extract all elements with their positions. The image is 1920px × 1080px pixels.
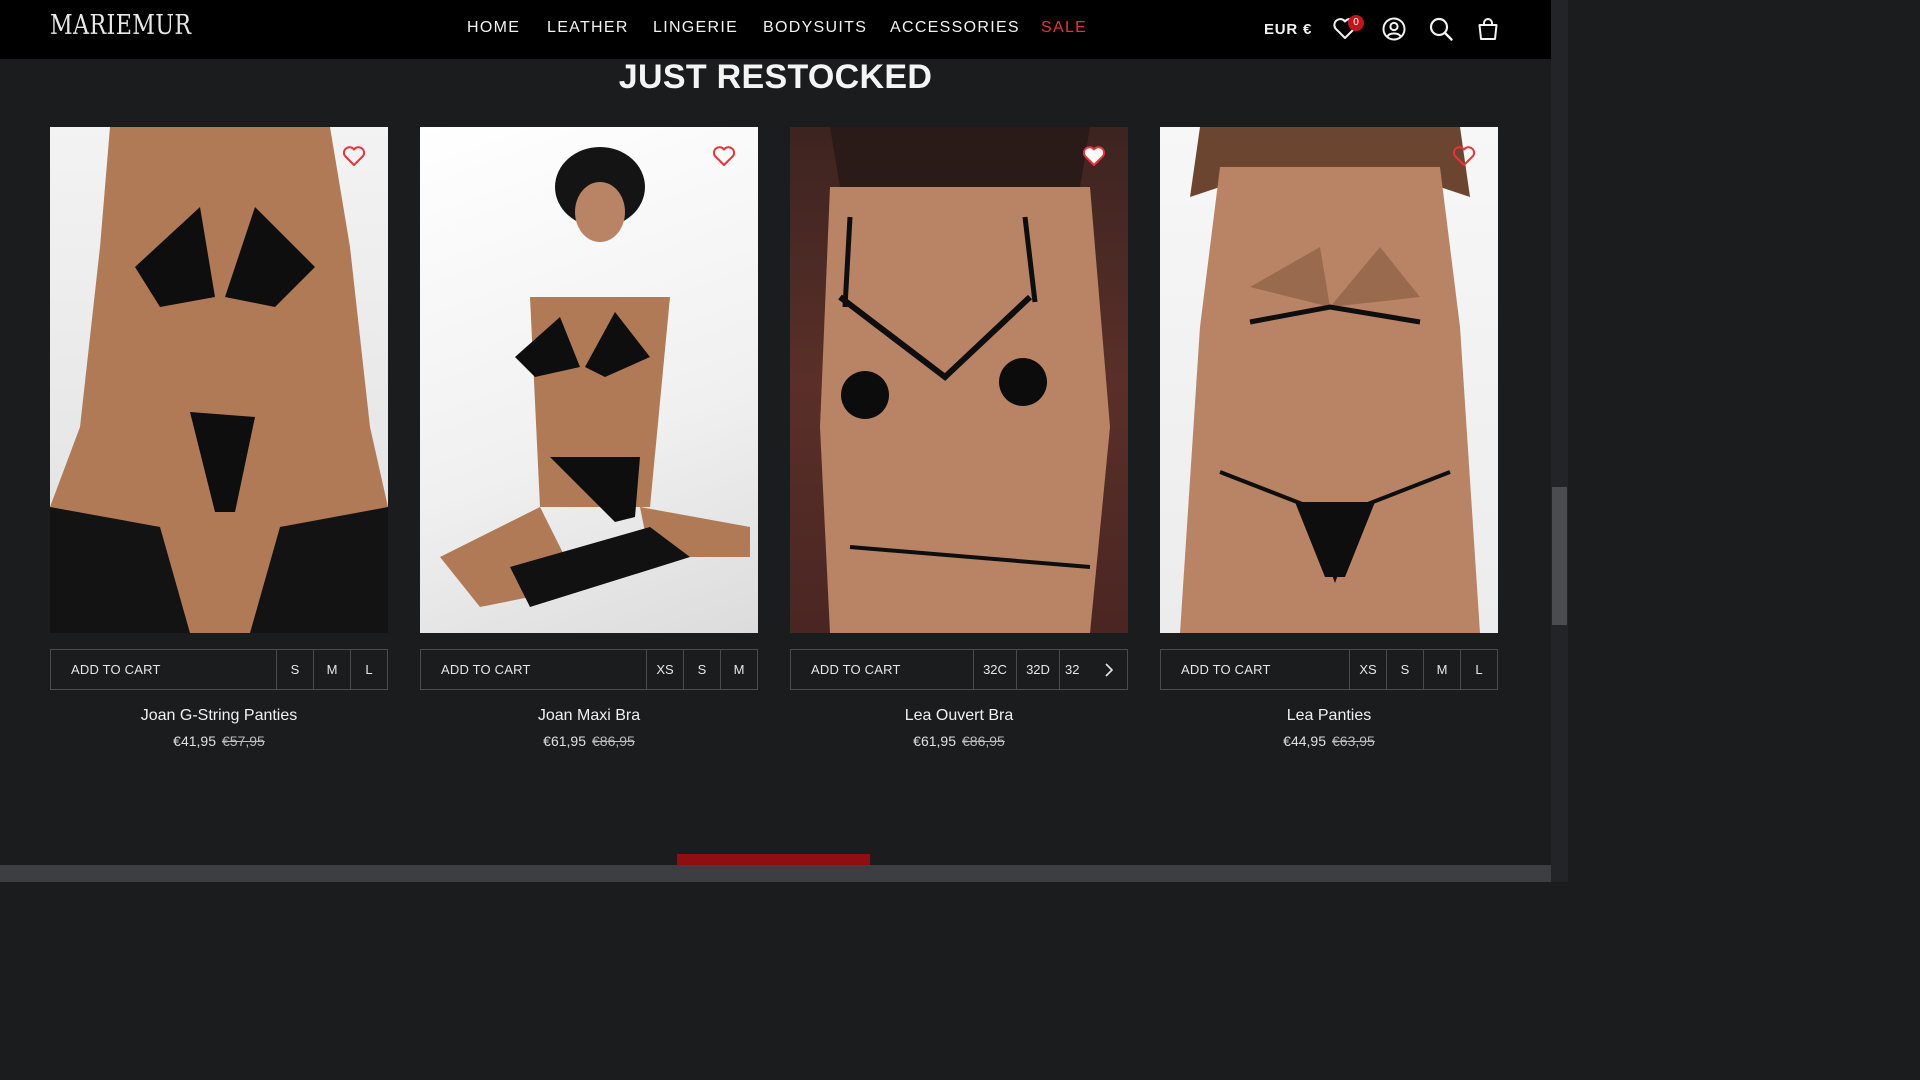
add-to-cart-button[interactable]: ADD TO CART — [421, 650, 646, 689]
nav-lingerie[interactable]: LINGERIE — [653, 19, 738, 37]
product-title[interactable]: Lea Panties — [1160, 707, 1498, 725]
account-icon[interactable] — [1380, 15, 1408, 43]
original-price: €63,95 — [1332, 733, 1375, 749]
add-to-cart-button[interactable]: ADD TO CART — [1161, 650, 1349, 689]
quick-add-bar: ADD TO CART 32C 32D 32 — [790, 649, 1128, 690]
add-to-cart-button[interactable]: ADD TO CART — [791, 650, 973, 689]
main-nav: HOME LEATHER LINGERIE BODYSUITS ACCESSOR… — [0, 19, 1551, 39]
product-card: ADD TO CART 32C 32D 32 Lea Ouvert Bra €6… — [790, 127, 1128, 749]
sale-price: €44,95 — [1283, 733, 1326, 749]
product-photo — [440, 147, 750, 607]
add-to-wishlist-heart-icon[interactable] — [712, 145, 736, 167]
size-option[interactable]: XS — [1349, 650, 1386, 689]
product-price: €61,95 €86,95 — [420, 733, 758, 749]
sale-price: €41,95 — [173, 733, 216, 749]
currency-selector[interactable]: EUR € — [1264, 21, 1312, 38]
site-header: MARIEMUR HOME LEATHER LINGERIE BODYSUITS… — [0, 0, 1551, 59]
product-image[interactable] — [50, 127, 388, 633]
product-price: €41,95 €57,95 — [50, 733, 388, 749]
nav-bodysuits[interactable]: BODYSUITS — [763, 19, 867, 37]
product-price: €44,95 €63,95 — [1160, 733, 1498, 749]
size-option[interactable]: XS — [646, 650, 683, 689]
scrollbar-track[interactable] — [1551, 0, 1568, 882]
original-price: €57,95 — [222, 733, 265, 749]
original-price: €86,95 — [962, 733, 1005, 749]
search-icon[interactable] — [1427, 15, 1455, 43]
cart-bag-icon[interactable] — [1474, 15, 1502, 43]
product-card: ADD TO CART S M L Joan G-String Panties … — [50, 127, 388, 749]
nav-leather[interactable]: LEATHER — [547, 19, 629, 37]
size-option[interactable]: 32C — [973, 650, 1016, 689]
product-photo — [820, 127, 1110, 633]
quick-add-bar: ADD TO CART XS S M L — [1160, 649, 1498, 690]
add-to-cart-button[interactable]: ADD TO CART — [51, 650, 276, 689]
product-image[interactable] — [790, 127, 1128, 633]
size-option[interactable]: L — [1460, 650, 1497, 689]
add-to-wishlist-heart-icon[interactable] — [1082, 145, 1106, 167]
sale-price: €61,95 — [543, 733, 586, 749]
original-price: €86,95 — [592, 733, 635, 749]
sale-price: €61,95 — [913, 733, 956, 749]
size-option[interactable]: M — [313, 650, 350, 689]
wishlist-count-badge: 0 — [1348, 15, 1364, 31]
chevron-right-icon[interactable] — [1091, 650, 1127, 689]
section-title: JUST RESTOCKED — [618, 58, 933, 96]
size-option[interactable]: L — [350, 650, 387, 689]
product-card: ADD TO CART XS S M L Lea Panties €44,95 €… — [1160, 127, 1498, 749]
nav-home[interactable]: HOME — [467, 19, 520, 37]
size-option[interactable]: S — [1386, 650, 1423, 689]
product-price: €61,95 €86,95 — [790, 733, 1128, 749]
size-option[interactable]: S — [276, 650, 313, 689]
product-card: ADD TO CART XS S M Joan Maxi Bra €61,95 €… — [420, 127, 758, 749]
footer-edge — [0, 865, 1551, 882]
product-image[interactable] — [420, 127, 758, 633]
quick-add-bar: ADD TO CART XS S M — [420, 649, 758, 690]
size-option[interactable]: 32D — [1016, 650, 1059, 689]
quick-add-bar: ADD TO CART S M L — [50, 649, 388, 690]
product-photo — [1180, 127, 1480, 633]
size-option[interactable]: M — [1423, 650, 1460, 689]
add-to-wishlist-heart-icon[interactable] — [1452, 145, 1476, 167]
product-title[interactable]: Joan G-String Panties — [50, 707, 388, 725]
product-title[interactable]: Joan Maxi Bra — [420, 707, 758, 725]
section-accent-bar — [677, 854, 870, 865]
scrollbar-thumb[interactable] — [1552, 487, 1567, 625]
size-option[interactable]: M — [720, 650, 757, 689]
product-photo — [50, 127, 388, 633]
nav-accessories[interactable]: ACCESSORIES — [890, 19, 1020, 37]
add-to-wishlist-heart-icon[interactable] — [342, 145, 366, 167]
product-title[interactable]: Lea Ouvert Bra — [790, 707, 1128, 725]
size-option[interactable]: 32 — [1059, 650, 1091, 689]
product-image[interactable] — [1160, 127, 1498, 633]
size-option[interactable]: S — [683, 650, 720, 689]
nav-sale[interactable]: SALE — [1041, 19, 1087, 37]
